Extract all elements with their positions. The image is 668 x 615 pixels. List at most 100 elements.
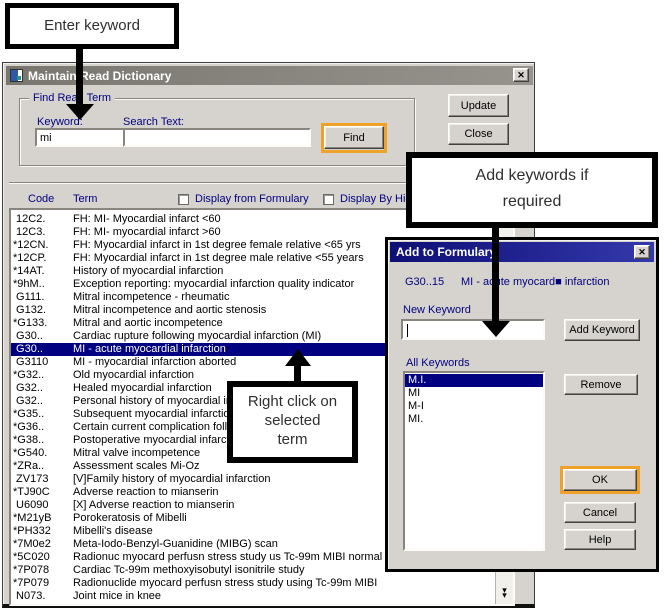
scroll-to-bottom-button[interactable]: ▾ ▾ (496, 586, 513, 600)
row-term: Cardiac rupture following myocardial inf… (73, 330, 321, 342)
ok-button[interactable]: OK (563, 469, 637, 491)
row-term: Assessment scales Mi-Oz (73, 460, 200, 472)
double-down-arrow-icon: ▾ (502, 593, 507, 598)
annotation-arrow-head (482, 321, 510, 337)
close-icon[interactable]: ✕ (513, 68, 529, 82)
row-term: Mibelli's disease (73, 525, 153, 537)
display-from-formulary-checkbox[interactable] (178, 194, 189, 205)
annotation-arrow (492, 226, 499, 323)
app-icon (10, 69, 23, 82)
row-code: N081. (13, 603, 73, 604)
window-title: Maintain Read Dictionary (28, 69, 171, 83)
row-code: ZV173 (13, 473, 73, 486)
row-term: FH: Myocardial infarct in 1st degree mal… (73, 252, 364, 264)
row-term: FH: MI- myocardial infarct >60 (73, 226, 221, 238)
callout-text: Add keywords if (412, 163, 652, 189)
callout-text: Right click on (233, 392, 352, 411)
row-code: *G35.. (13, 408, 73, 421)
remove-button[interactable]: Remove (564, 374, 638, 395)
search-text-input[interactable] (123, 128, 311, 147)
row-code: *7M0e2 (13, 538, 73, 551)
row-code: G30.. (13, 330, 73, 343)
formulary-window-title: Add to Formulary (396, 245, 496, 259)
row-code: *G32.. (13, 369, 73, 382)
keyword-list-item[interactable]: M.I. (405, 374, 543, 387)
table-row[interactable]: N081.Joint mice in joint, excluding the … (11, 603, 495, 604)
row-code: 12C3. (13, 226, 73, 239)
add-to-formulary-dialog: Add to Formulary ✕ G30..15 MI - acute my… (385, 237, 659, 572)
table-row[interactable]: N073.Joint mice in knee (11, 590, 495, 603)
column-header-term: Term (73, 193, 97, 205)
callout-enter-keyword: Enter keyword (5, 3, 179, 49)
row-term: Mitral and aortic incompetence (73, 317, 223, 329)
display-by-hierarchy-checkbox[interactable] (323, 194, 334, 205)
callout-text: Enter keyword (44, 17, 140, 34)
annotation-arrow-head (285, 349, 311, 366)
row-code: *PH332 (13, 525, 73, 538)
cancel-button[interactable]: Cancel (564, 502, 636, 523)
row-term: Cardiac Tc-99m methoxyisobutyl isonitril… (73, 564, 305, 576)
row-term: Joint mice in knee (73, 590, 161, 602)
row-code: *TJ90C (13, 486, 73, 499)
row-code: 12C2. (13, 213, 73, 226)
row-term: Exception reporting: myocardial infarcti… (73, 278, 354, 290)
row-code: *G133. (13, 317, 73, 330)
row-term: History of myocardial infarction (73, 265, 223, 277)
row-code: *5C020 (13, 551, 73, 564)
row-term: [V]Family history of myocardial infarcti… (73, 473, 270, 485)
row-code: *14AT. (13, 265, 73, 278)
row-term: Postoperative myocardial infarctio (73, 434, 238, 446)
row-term: Meta-Iodo-Benzyl-Guanidine (MIBG) scan (73, 538, 278, 550)
callout-right-click: Right click on selected term (227, 381, 358, 463)
row-code: G30.. (13, 343, 73, 356)
row-term: Radionuc myocard perfusn stress study us… (73, 551, 382, 563)
row-code: G111. (13, 291, 73, 304)
display-by-hierarchy-label: Display By Hie (340, 193, 412, 205)
row-term: Mitral incompetence and aortic stenosis (73, 304, 266, 316)
title-bar: Maintain Read Dictionary (6, 66, 533, 85)
row-code: *M21yB (13, 512, 73, 525)
row-term: Adverse reaction to mianserin (73, 486, 219, 498)
update-button[interactable]: Update (448, 94, 509, 117)
keyword-list-item[interactable]: MI. (405, 413, 543, 426)
find-button[interactable]: Find (324, 126, 384, 149)
row-term: [X] Adverse reaction to mianserin (73, 499, 234, 511)
row-code: N073. (13, 590, 73, 603)
column-header-code: Code (28, 193, 54, 205)
ok-button-highlight: OK (560, 466, 640, 494)
close-icon[interactable]: ✕ (634, 245, 650, 259)
new-keyword-input[interactable] (401, 319, 545, 340)
keyword-list-item[interactable]: MI (405, 387, 543, 400)
row-code: *G38.. (13, 434, 73, 447)
callout-add-keywords: Add keywords if required (406, 152, 658, 228)
annotation-arrow-head (66, 104, 94, 120)
row-code: *12CP. (13, 252, 73, 265)
row-term: Mitral incompetence - rheumatic (73, 291, 230, 303)
row-term: Certain current complication follo (73, 421, 233, 433)
row-code: *G36.. (13, 421, 73, 434)
search-text-label: Search Text: (123, 116, 184, 128)
display-from-formulary-label: Display from Formulary (195, 193, 309, 205)
text-caret (407, 324, 408, 337)
selected-term-text: MI - acute myocard■ infarction (461, 276, 609, 288)
add-keyword-button[interactable]: Add Keyword (564, 319, 640, 341)
group-label: Find Read Term (29, 92, 115, 104)
help-button[interactable]: Help (564, 529, 636, 550)
keyword-list-item[interactable]: M-I (405, 400, 543, 413)
all-keywords-label: All Keywords (406, 357, 470, 369)
selected-term-code: G30..15 (405, 276, 444, 288)
table-row[interactable]: *7P079Radionuclide myocard perfusn stres… (11, 577, 495, 590)
annotation-arrow (294, 365, 301, 381)
row-term: Old myocardial infarction (73, 369, 194, 381)
row-term: Radionuclide myocard perfusn stress stud… (73, 577, 377, 589)
callout-text: selected (233, 411, 352, 430)
row-term: MI - myocardial infarction aborted (73, 356, 236, 368)
row-term: FH: Myocardial infarct in 1st degree fem… (73, 239, 361, 251)
row-term: Porokeratosis of Mibelli (73, 512, 187, 524)
callout-text: required (412, 189, 652, 215)
row-term: MI - acute myocardial infarction (73, 343, 226, 355)
new-keyword-label: New Keyword (403, 304, 471, 316)
row-code: *12CN. (13, 239, 73, 252)
close-button[interactable]: Close (448, 123, 509, 145)
row-code: G132. (13, 304, 73, 317)
